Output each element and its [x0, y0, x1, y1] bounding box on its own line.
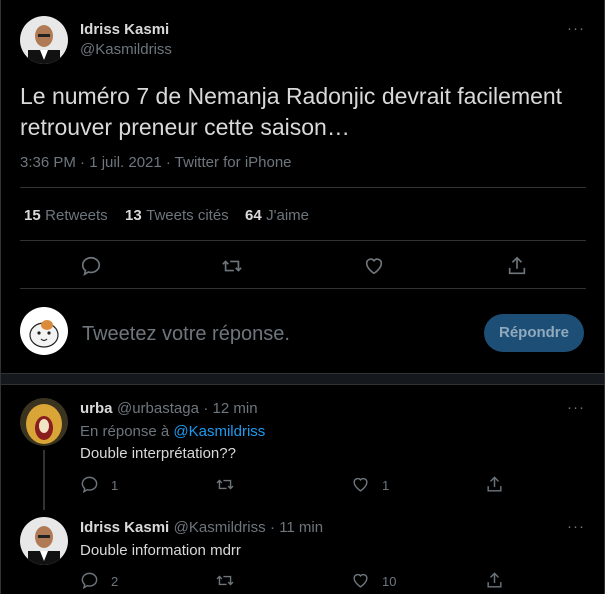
tweet-text: Le numéro 7 de Nemanja Radonjic devrait …: [20, 83, 563, 140]
divider: [20, 288, 586, 289]
reply-count: 1: [111, 478, 119, 493]
heart-icon[interactable]: [363, 255, 385, 282]
reply-header: Idriss Kasmi @Kasmildriss · 11 min: [80, 519, 323, 537]
reply-text: Double interprétation??: [80, 445, 236, 462]
reply-author-name[interactable]: Idriss Kasmi: [80, 519, 169, 536]
retweets-label: Retweets: [45, 207, 108, 224]
divider: [20, 187, 586, 188]
reply-avatar[interactable]: [20, 517, 68, 565]
reply-header: urba @urbastaga · 12 min: [80, 400, 258, 418]
reply-count: 2: [111, 574, 119, 589]
section-separator: [1, 373, 604, 385]
divider: [20, 240, 586, 241]
quotes-label: Tweets cités: [146, 207, 229, 224]
reply-to-link[interactable]: @Kasmildriss: [173, 423, 265, 440]
heart-icon[interactable]: [351, 571, 370, 594]
share-icon[interactable]: [485, 475, 504, 499]
more-options-icon[interactable]: ···: [567, 399, 585, 416]
share-icon[interactable]: [485, 571, 504, 594]
reply-author-handle[interactable]: @urbastaga: [117, 400, 199, 417]
tweet-detail-panel: Idriss Kasmi @Kasmildriss ··· Le numéro …: [0, 0, 605, 594]
author-avatar[interactable]: [20, 16, 68, 64]
quotes-count: 13: [125, 207, 142, 224]
reply-prefix: En réponse à: [80, 423, 170, 440]
more-options-icon[interactable]: ···: [567, 518, 585, 535]
reply-avatar[interactable]: [20, 398, 68, 446]
retweet-icon[interactable]: [220, 255, 244, 282]
more-options-icon[interactable]: ···: [567, 20, 585, 37]
reply-icon[interactable]: [80, 475, 99, 499]
retweet-icon[interactable]: [215, 475, 235, 499]
retweets-stat[interactable]: 15 Retweets: [24, 207, 108, 225]
retweet-icon[interactable]: [215, 571, 235, 594]
reply-button[interactable]: Répondre: [484, 314, 584, 352]
likes-label: J'aime: [266, 207, 310, 224]
tweet-meta: 3:36 PM · 1 juil. 2021 · Twitter for iPh…: [20, 154, 292, 171]
reply-time[interactable]: · 11 min: [270, 519, 323, 536]
share-icon[interactable]: [506, 255, 528, 282]
user-avatar[interactable]: [20, 307, 68, 355]
heart-icon[interactable]: [351, 475, 370, 499]
reply-input[interactable]: Tweetez votre réponse.: [82, 323, 290, 346]
reply-time[interactable]: · 12 min: [203, 400, 257, 417]
author-handle[interactable]: @Kasmildriss: [80, 41, 172, 58]
reply-icon[interactable]: [80, 571, 99, 594]
reply-context: En réponse à @Kasmildriss: [80, 423, 265, 440]
reply-text: Double information mdrr: [80, 542, 241, 559]
likes-count: 64: [245, 207, 262, 224]
thread-line: [43, 450, 45, 510]
likes-stat[interactable]: 64 J'aime: [245, 207, 309, 225]
retweets-count: 15: [24, 207, 41, 224]
like-count: 10: [382, 574, 397, 589]
like-count: 1: [382, 478, 390, 493]
author-name[interactable]: Idriss Kasmi: [80, 21, 169, 38]
reply-author-handle[interactable]: @Kasmildriss: [174, 519, 266, 536]
quotes-stat[interactable]: 13 Tweets cités: [125, 207, 229, 225]
reply-icon[interactable]: [80, 255, 102, 282]
reply-author-name[interactable]: urba: [80, 400, 113, 417]
